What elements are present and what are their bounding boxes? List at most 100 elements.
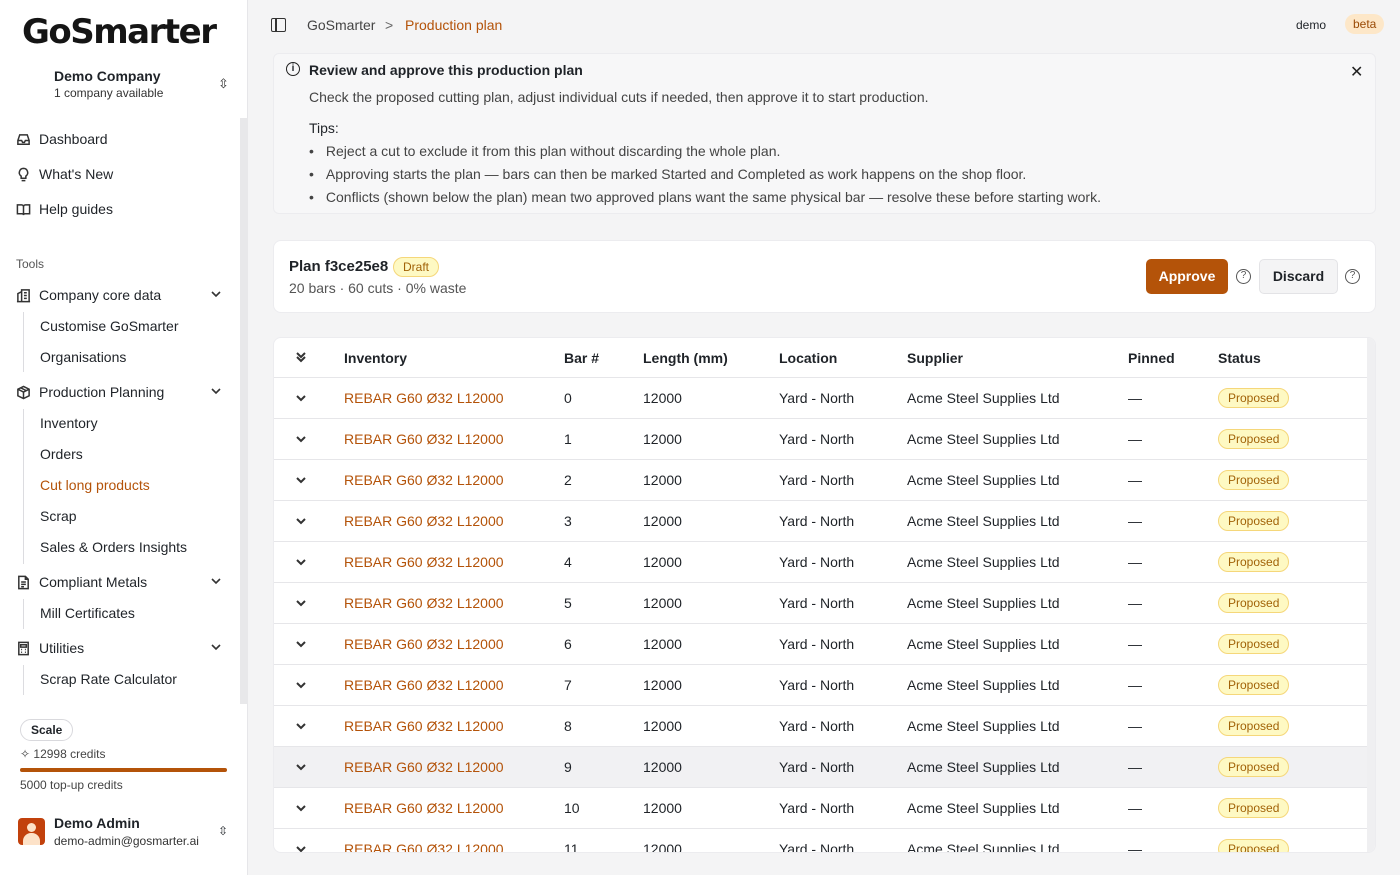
column-header-supplier[interactable]: Supplier <box>907 350 963 366</box>
chevron-down-icon[interactable] <box>295 678 307 690</box>
table-row[interactable]: REBAR G60 Ø32 L12000 6 12000 Yard - North Ac… <box>274 624 1369 665</box>
pinned-value: — <box>1128 554 1142 570</box>
approve-button[interactable]: Approve <box>1146 259 1228 294</box>
bar-supplier: Acme Steel Supplies Ltd <box>907 595 1060 611</box>
sidebar-item-customise[interactable]: Customise GoSmarter <box>40 318 178 334</box>
sidebar-item-mill-certificates[interactable]: Mill Certificates <box>40 605 135 621</box>
bar-length: 12000 <box>643 390 682 406</box>
inventory-link[interactable]: REBAR G60 Ø32 L12000 <box>344 759 504 775</box>
bar-length: 12000 <box>643 841 682 853</box>
chevron-down-icon[interactable] <box>295 760 307 772</box>
tip-item: Conflicts (shown below the plan) mean tw… <box>309 189 1101 212</box>
table-row[interactable]: REBAR G60 Ø32 L12000 2 12000 Yard - North Ac… <box>274 460 1369 501</box>
table-row[interactable]: REBAR G60 Ø32 L12000 7 12000 Yard - North Ac… <box>274 665 1369 706</box>
table-row[interactable]: REBAR G60 Ø32 L12000 9 12000 Yard - North Ac… <box>274 747 1369 788</box>
chevron-down-icon[interactable] <box>295 514 307 526</box>
table-row[interactable]: REBAR G60 Ø32 L12000 11 12000 Yard - North A… <box>274 829 1369 853</box>
close-icon[interactable]: ✕ <box>1350 62 1363 82</box>
inventory-link[interactable]: REBAR G60 Ø32 L12000 <box>344 595 504 611</box>
breadcrumb-root[interactable]: GoSmarter <box>307 17 375 33</box>
column-header-status[interactable]: Status <box>1218 350 1261 366</box>
submenu-guide-line <box>23 312 24 372</box>
chevron-down-icon[interactable] <box>210 640 230 656</box>
inventory-link[interactable]: REBAR G60 Ø32 L12000 <box>344 800 504 816</box>
column-header-bar[interactable]: Bar # <box>564 350 599 366</box>
chevron-down-icon[interactable] <box>295 842 307 852</box>
column-header-pinned[interactable]: Pinned <box>1128 350 1175 366</box>
chevron-down-icon[interactable] <box>295 432 307 444</box>
sidebar-item-whats-new[interactable]: What's New <box>16 166 113 182</box>
sidebar-item-label: Utilities <box>39 640 85 656</box>
table-row[interactable]: REBAR G60 Ø32 L12000 8 12000 Yard - North Ac… <box>274 706 1369 747</box>
pinned-value: — <box>1128 841 1142 853</box>
column-header-inventory[interactable]: Inventory <box>344 350 407 366</box>
sidebar-item-scrap-rate-calculator[interactable]: Scrap Rate Calculator <box>40 671 177 687</box>
bar-location: Yard - North <box>779 841 855 853</box>
inventory-link[interactable]: REBAR G60 Ø32 L12000 <box>344 677 504 693</box>
sidebar-item-compliant-metals[interactable]: Compliant Metals <box>16 574 221 590</box>
gosmarter-logo[interactable]: GoSmarter <box>22 12 217 52</box>
expand-all-icon[interactable] <box>295 350 307 363</box>
bar-length: 12000 <box>643 513 682 529</box>
sidebar-item-sales-insights[interactable]: Sales & Orders Insights <box>40 539 187 555</box>
sidebar-item-inventory[interactable]: Inventory <box>40 415 98 431</box>
sidebar-item-production-planning[interactable]: Production Planning <box>16 384 221 400</box>
chevron-down-icon[interactable] <box>295 391 307 403</box>
chevron-down-icon[interactable] <box>295 473 307 485</box>
sidebar-item-company-core-data[interactable]: Company core data <box>16 287 221 303</box>
bar-supplier: Acme Steel Supplies Ltd <box>907 513 1060 529</box>
help-circle-icon[interactable]: ? <box>1345 269 1360 284</box>
table-row[interactable]: REBAR G60 Ø32 L12000 3 12000 Yard - North Ac… <box>274 501 1369 542</box>
sidebar-item-organisations[interactable]: Organisations <box>40 349 126 365</box>
sidebar-item-utilities[interactable]: Utilities <box>16 640 221 656</box>
inventory-link[interactable]: REBAR G60 Ø32 L12000 <box>344 431 504 447</box>
table-row[interactable]: REBAR G60 Ø32 L12000 1 12000 Yard - North Ac… <box>274 419 1369 460</box>
inventory-link[interactable]: REBAR G60 Ø32 L12000 <box>344 636 504 652</box>
sidebar-item-orders[interactable]: Orders <box>40 446 83 462</box>
chevron-down-icon[interactable] <box>295 719 307 731</box>
pinned-value: — <box>1128 759 1142 775</box>
chevron-down-icon[interactable] <box>210 384 230 400</box>
inventory-link[interactable]: REBAR G60 Ø32 L12000 <box>344 554 504 570</box>
chevron-down-icon[interactable] <box>295 637 307 649</box>
chevrons-up-down-icon[interactable]: ⇳ <box>218 824 228 838</box>
table-row[interactable]: REBAR G60 Ø32 L12000 5 12000 Yard - North Ac… <box>274 583 1369 624</box>
discard-button[interactable]: Discard <box>1259 259 1338 294</box>
chevron-down-icon[interactable] <box>295 596 307 608</box>
chevron-down-icon[interactable] <box>210 287 230 303</box>
sidebar-item-dashboard[interactable]: Dashboard <box>16 131 108 147</box>
sidebar-item-cut-long-products[interactable]: Cut long products <box>40 477 150 493</box>
inventory-link[interactable]: REBAR G60 Ø32 L12000 <box>344 513 504 529</box>
sidebar-scrollbar[interactable] <box>240 118 248 704</box>
bar-supplier: Acme Steel Supplies Ltd <box>907 554 1060 570</box>
sidebar-toggle-icon[interactable] <box>271 18 286 32</box>
subscription-plan-badge: Scale <box>20 719 74 741</box>
info-title: Review and approve this production plan <box>309 62 583 78</box>
user-name[interactable]: Demo Admin <box>54 815 140 831</box>
pinned-value: — <box>1128 431 1142 447</box>
sidebar-item-scrap[interactable]: Scrap <box>40 508 77 524</box>
chevron-down-icon[interactable] <box>210 574 230 590</box>
inventory-link[interactable]: REBAR G60 Ø32 L12000 <box>344 472 504 488</box>
sidebar-item-label: Dashboard <box>39 131 108 147</box>
demo-badge: demo <box>1288 15 1335 35</box>
avatar[interactable] <box>18 818 45 845</box>
sidebar-item-help-guides[interactable]: Help guides <box>16 201 113 217</box>
inventory-link[interactable]: REBAR G60 Ø32 L12000 <box>344 718 504 734</box>
calculator-icon <box>18 641 29 655</box>
column-header-length[interactable]: Length (mm) <box>643 350 728 366</box>
chevron-down-icon[interactable] <box>295 555 307 567</box>
table-row[interactable]: REBAR G60 Ø32 L12000 4 12000 Yard - North Ac… <box>274 542 1369 583</box>
table-scrollbar[interactable] <box>1367 338 1375 852</box>
table-row[interactable]: REBAR G60 Ø32 L12000 0 12000 Yard - North Ac… <box>274 378 1369 419</box>
chevron-down-icon[interactable] <box>295 801 307 813</box>
column-header-location[interactable]: Location <box>779 350 837 366</box>
inventory-link[interactable]: REBAR G60 Ø32 L12000 <box>344 390 504 406</box>
bar-location: Yard - North <box>779 431 855 447</box>
help-circle-icon[interactable]: ? <box>1236 269 1251 284</box>
inventory-link[interactable]: REBAR G60 Ø32 L12000 <box>344 841 504 852</box>
company-switcher[interactable]: Demo Company 1 company available ⇳ <box>54 68 234 100</box>
tools-section-label: Tools <box>16 257 45 271</box>
bar-number: 6 <box>564 636 572 652</box>
table-row[interactable]: REBAR G60 Ø32 L12000 10 12000 Yard - North A… <box>274 788 1369 829</box>
